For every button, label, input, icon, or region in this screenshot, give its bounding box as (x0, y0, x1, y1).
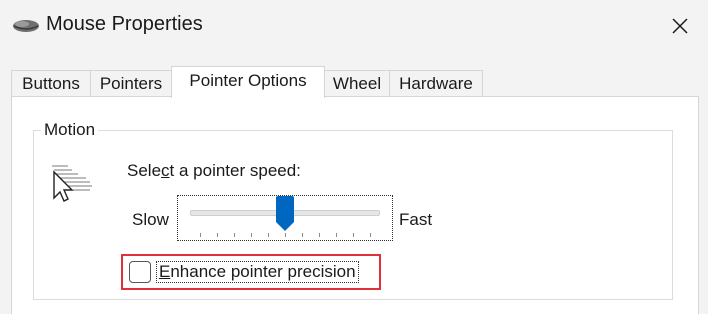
motion-group-title: Motion (41, 120, 99, 140)
tab-hardware-label: Hardware (399, 74, 473, 93)
slider-tick (285, 233, 286, 237)
tab-pointer-options[interactable]: Pointer Options (171, 66, 325, 98)
slider-tick (353, 233, 354, 237)
title-bar: Mouse Properties (0, 0, 708, 52)
slider-tick (370, 233, 371, 237)
tab-hardware[interactable]: Hardware (389, 70, 483, 96)
tab-pointers[interactable]: Pointers (90, 70, 172, 96)
tab-pointer-options-label: Pointer Options (189, 71, 307, 90)
tab-pointers-label: Pointers (99, 74, 163, 93)
slider-tick (268, 233, 269, 237)
mouse-icon (13, 20, 39, 32)
tab-wheel[interactable]: Wheel (324, 70, 390, 96)
close-icon (672, 18, 688, 34)
slow-label: Slow (132, 210, 169, 229)
slider-tick (217, 233, 218, 237)
slider-thumb[interactable] (275, 196, 295, 232)
slider-tick (302, 233, 303, 237)
slider-tick (234, 233, 235, 237)
tab-buttons-label: Buttons (22, 74, 80, 93)
slider-tick (319, 233, 320, 237)
fast-label: Fast (399, 210, 433, 229)
pointer-motion-icon (52, 165, 92, 202)
enhance-precision-label[interactable]: Enhance pointer precision (156, 261, 359, 283)
tab-wheel-label: Wheel (332, 74, 382, 93)
window-title: Mouse Properties (46, 13, 203, 35)
pointer-speed-label: Select a pointer speed: (127, 161, 301, 180)
close-button[interactable] (652, 0, 708, 52)
tab-buttons[interactable]: Buttons (11, 70, 91, 96)
mouse-properties-window: Mouse Properties Buttons Pointers Pointe… (0, 0, 708, 314)
enhance-precision-checkbox[interactable] (129, 261, 151, 283)
slider-tick (251, 233, 252, 237)
slider-tick (336, 233, 337, 237)
slider-tick (200, 233, 201, 237)
